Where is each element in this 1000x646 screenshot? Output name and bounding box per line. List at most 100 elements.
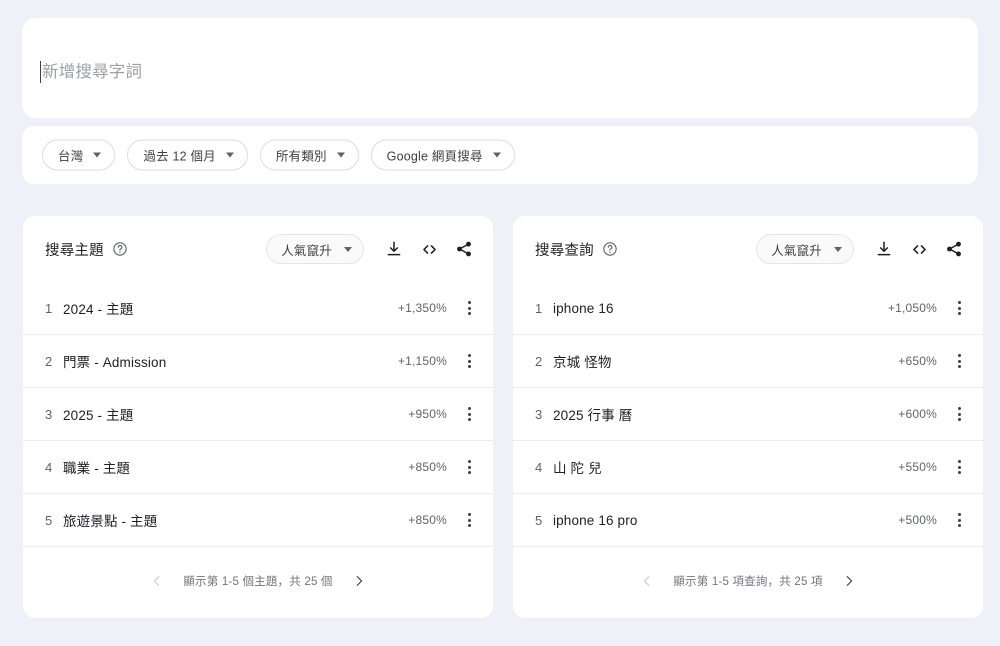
row-label: iphone 16 pro [553,512,638,528]
filter-chip-search-type-label: Google 網頁搜尋 [386,149,483,164]
filter-chip-timerange-label: 過去 12 個月 [143,149,216,164]
filter-chip-category-label: 所有類別 [275,149,327,164]
row-value: +1,350% [397,301,447,315]
table-row[interactable]: 2 門票 - Admission +1,150% [23,335,493,388]
more-options-icon[interactable] [951,350,967,372]
filter-chip-group: 台灣 過去 12 個月 所有類別 Google 網頁搜尋 [42,139,515,171]
panel-title: 搜尋主題 [45,242,104,259]
chevron-down-icon [93,152,102,158]
row-label: 2025 行事 曆 [553,408,633,423]
chevron-right-icon[interactable] [349,571,369,591]
results-region: 搜尋主題 人氣竄升 1 2024 - 主題 +1,350% 2 門票 - Adm… [0,196,1000,646]
search-input[interactable]: 新增搜尋字詞 [40,58,142,86]
more-options-icon[interactable] [951,509,967,531]
chevron-down-icon [344,246,352,252]
row-rank: 2 [535,353,543,369]
row-value: +1,150% [397,354,447,368]
sort-dropdown[interactable]: 人氣竄升 [756,234,854,264]
panel-actions: 人氣竄升 [756,234,965,264]
more-options-icon[interactable] [951,297,967,319]
topics-list: 1 2024 - 主題 +1,350% 2 門票 - Admission +1,… [23,282,493,547]
more-options-icon[interactable] [461,509,477,531]
table-row[interactable]: 4 山 陀 兒 +550% [513,441,983,494]
text-caret [40,61,41,83]
search-card: 新增搜尋字詞 [22,18,978,118]
chevron-right-icon[interactable] [839,571,859,591]
row-rank: 5 [535,512,543,528]
row-rank: 4 [535,459,543,475]
row-label: 山 陀 兒 [553,461,602,476]
panel-header: 搜尋主題 人氣竄升 [23,216,493,282]
help-circle-icon[interactable] [112,241,128,257]
row-value: +600% [898,407,937,421]
row-value: +500% [898,513,937,527]
more-options-icon[interactable] [461,297,477,319]
help-circle-icon[interactable] [602,241,618,257]
row-label: 職業 - 主題 [63,461,131,476]
table-row[interactable]: 5 iphone 16 pro +500% [513,494,983,547]
filter-chip-category[interactable]: 所有類別 [259,139,359,171]
more-options-icon[interactable] [461,403,477,425]
row-rank: 4 [45,459,53,475]
table-row[interactable]: 5 旅遊景點 - 主題 +850% [23,494,493,547]
pagination-label: 顯示第 1-5 個主題，共 25 個 [183,576,333,588]
panel-pagination: 顯示第 1-5 項查詢，共 25 項 [513,544,983,618]
panel-actions: 人氣竄升 [266,234,475,264]
download-icon[interactable] [383,238,405,260]
embed-code-icon[interactable] [908,238,930,260]
table-row[interactable]: 3 2025 行事 曆 +600% [513,388,983,441]
row-label: 京城 怪物 [553,355,612,370]
row-value: +850% [408,460,447,474]
row-rank: 3 [45,406,53,422]
pagination-label: 顯示第 1-5 項查詢，共 25 項 [673,576,823,588]
chevron-left-icon[interactable] [637,571,657,591]
table-row[interactable]: 4 職業 - 主題 +850% [23,441,493,494]
row-rank: 5 [45,512,53,528]
row-rank: 2 [45,353,53,369]
panel-search-topics: 搜尋主題 人氣竄升 1 2024 - 主題 +1,350% 2 門票 - Adm… [23,216,493,618]
sort-dropdown-label: 人氣竄升 [281,243,332,258]
embed-code-icon[interactable] [418,238,440,260]
row-value: +650% [898,354,937,368]
top-controls-region: 新增搜尋字詞 台灣 過去 12 個月 所有類別 Google 網頁搜尋 [0,0,1000,196]
filter-bar-card: 台灣 過去 12 個月 所有類別 Google 網頁搜尋 [22,126,978,184]
row-rank: 1 [535,300,543,316]
queries-list: 1 iphone 16 +1,050% 2 京城 怪物 +650% 3 2025… [513,282,983,547]
filter-chip-region[interactable]: 台灣 [42,139,116,171]
more-options-icon[interactable] [951,403,967,425]
chevron-left-icon[interactable] [147,571,167,591]
search-input-placeholder: 新增搜尋字詞 [42,63,143,81]
table-row[interactable]: 1 2024 - 主題 +1,350% [23,282,493,335]
filter-chip-search-type[interactable]: Google 網頁搜尋 [370,139,515,171]
row-label: 旅遊景點 - 主題 [63,514,158,529]
panel-search-queries: 搜尋查詢 人氣竄升 1 iphone 16 +1,050% 2 京城 怪物 +6… [513,216,983,618]
table-row[interactable]: 3 2025 - 主題 +950% [23,388,493,441]
table-row[interactable]: 2 京城 怪物 +650% [513,335,983,388]
chevron-down-icon [834,246,842,252]
panel-pagination: 顯示第 1-5 個主題，共 25 個 [23,544,493,618]
filter-chip-timerange[interactable]: 過去 12 個月 [127,139,248,171]
sort-dropdown-label: 人氣竄升 [771,243,822,258]
row-label: 2024 - 主題 [63,302,134,317]
row-value: +850% [408,513,447,527]
row-value: +1,050% [887,301,937,315]
panel-title-group: 搜尋主題 [45,239,128,260]
row-label: 門票 - Admission [63,355,167,370]
table-row[interactable]: 1 iphone 16 +1,050% [513,282,983,335]
download-icon[interactable] [873,238,895,260]
share-icon[interactable] [453,238,475,260]
row-rank: 1 [45,300,53,316]
row-label: iphone 16 [553,300,614,316]
panel-title: 搜尋查詢 [535,242,594,259]
chevron-down-icon [225,152,234,158]
filter-chip-region-label: 台灣 [58,149,84,164]
chevron-down-icon [492,152,501,158]
chevron-down-icon [336,152,345,158]
panel-title-group: 搜尋查詢 [535,239,618,260]
more-options-icon[interactable] [951,456,967,478]
share-icon[interactable] [943,238,965,260]
more-options-icon[interactable] [461,350,477,372]
more-options-icon[interactable] [461,456,477,478]
sort-dropdown[interactable]: 人氣竄升 [266,234,364,264]
row-rank: 3 [535,406,543,422]
